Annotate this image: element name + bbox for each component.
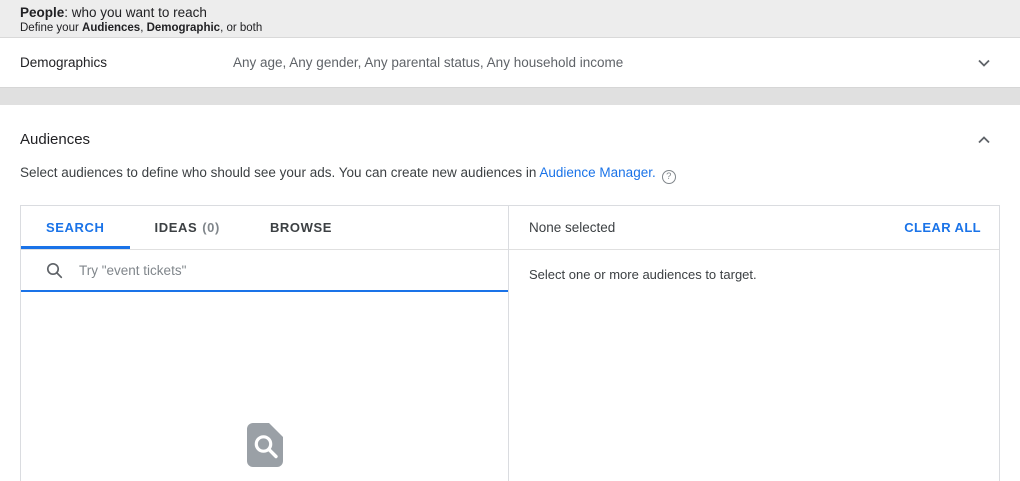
chevron-down-icon[interactable] — [976, 55, 992, 71]
search-results-area — [21, 292, 508, 481]
section-separator — [0, 88, 1020, 105]
selection-hint: Select one or more audiences to target. — [529, 267, 757, 282]
audience-manager-link[interactable]: Audience Manager. — [539, 165, 655, 180]
tab-browse-label: BROWSE — [269, 220, 333, 235]
picker-tabs: SEARCH IDEAS (0) BROWSE — [21, 206, 508, 250]
audience-search-row[interactable] — [21, 250, 508, 292]
help-icon[interactable]: ? — [661, 170, 676, 184]
tab-browse[interactable]: BROWSE — [245, 206, 357, 249]
picker-selection-pane: None selected CLEAR ALL Select one or mo… — [509, 206, 999, 481]
demographics-label: Demographics — [20, 55, 108, 70]
search-icon — [46, 262, 63, 278]
demographics-summary: Any age, Any gender, Any parental status… — [233, 55, 624, 70]
audiences-header[interactable]: Audiences — [20, 131, 1000, 148]
page-title-rest: : who you want to reach — [64, 5, 207, 20]
picker-search-pane: SEARCH IDEAS (0) BROWSE — [21, 206, 509, 481]
subtitle-suffix: , or both — [220, 22, 263, 34]
tab-ideas-count: (0) — [202, 220, 220, 235]
page-subtitle: Define your Audiences, Demographic, or b… — [20, 21, 1000, 36]
chevron-up-icon[interactable] — [976, 132, 992, 148]
subtitle-audiences-bold: Audiences — [82, 22, 141, 34]
audience-picker-panel: SEARCH IDEAS (0) BROWSE Try "event ticke… — [20, 205, 1000, 481]
audiences-title: Audiences — [20, 131, 91, 148]
document-search-icon — [246, 423, 283, 467]
audience-search-input[interactable] — [79, 262, 492, 278]
clear-all-button[interactable]: CLEAR ALL — [896, 214, 989, 241]
page-title: People: who you want to reach — [20, 4, 1000, 21]
selection-header-row: None selected CLEAR ALL — [509, 206, 999, 250]
tab-ideas[interactable]: IDEAS (0) — [130, 206, 245, 249]
selection-status: None selected — [529, 220, 616, 235]
audiences-section: Audiences Select audiences to define who… — [0, 131, 1020, 481]
audiences-description: Select audiences to define who should se… — [20, 165, 1000, 184]
demographics-row[interactable]: Demographics Any age, Any gender, Any pa… — [0, 38, 1020, 88]
subtitle-demographic-bold: Demographic — [146, 22, 221, 34]
tab-search[interactable]: SEARCH — [21, 206, 130, 249]
subtitle-prefix: Define your — [20, 22, 83, 34]
people-step-header: People: who you want to reach Define you… — [0, 0, 1020, 38]
description-text: Select audiences to define who should se… — [20, 165, 540, 180]
tab-ideas-label: IDEAS — [154, 220, 198, 235]
tab-search-label: SEARCH — [46, 220, 105, 235]
page-title-bold: People — [20, 5, 65, 20]
